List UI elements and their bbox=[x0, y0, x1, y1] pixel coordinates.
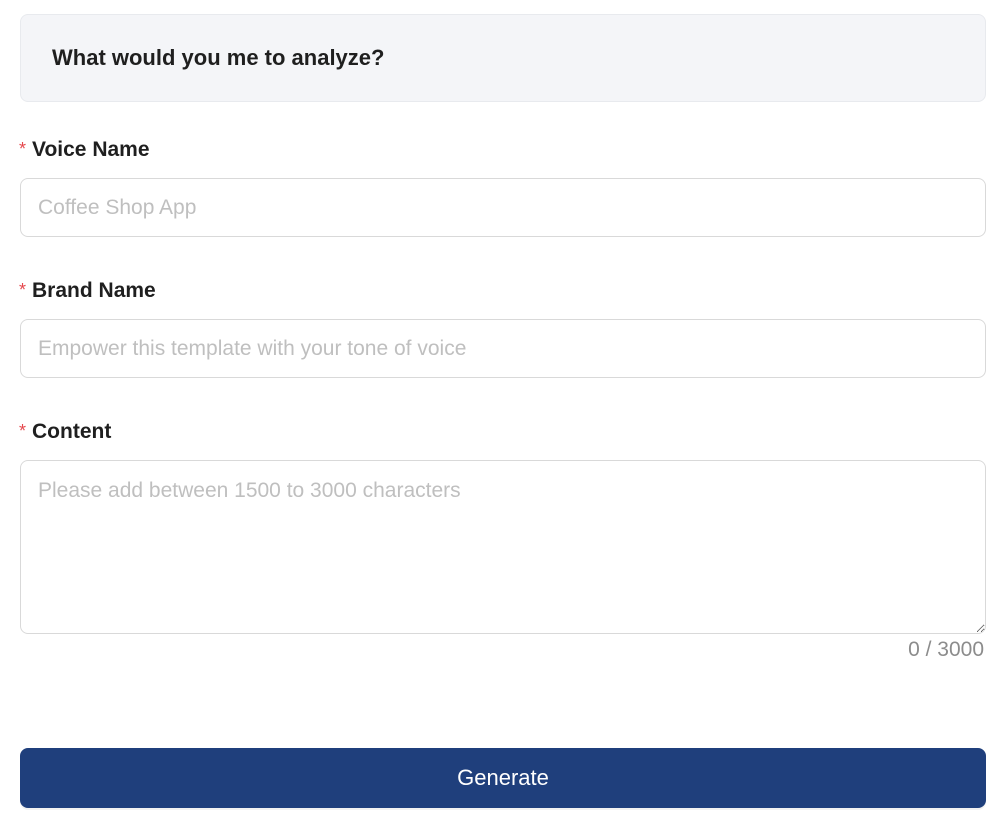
content-textarea[interactable] bbox=[20, 460, 986, 634]
header-card: What would you me to analyze? bbox=[20, 14, 986, 102]
voice-name-label-text: Voice Name bbox=[32, 138, 150, 161]
content-label: * Content bbox=[19, 419, 111, 445]
brand-name-label: * Brand Name bbox=[19, 278, 156, 304]
generate-button[interactable]: Generate bbox=[20, 748, 986, 808]
character-counter: 0 / 3000 bbox=[908, 638, 984, 661]
brand-name-input[interactable] bbox=[20, 319, 986, 378]
required-marker: * bbox=[19, 138, 27, 159]
voice-name-input[interactable] bbox=[20, 178, 986, 237]
voice-name-label: * Voice Name bbox=[19, 137, 150, 163]
required-marker: * bbox=[19, 279, 27, 300]
analyze-form-page: What would you me to analyze? * Voice Na… bbox=[0, 0, 1000, 834]
content-label-text: Content bbox=[32, 420, 112, 443]
required-marker: * bbox=[19, 420, 27, 441]
page-title: What would you me to analyze? bbox=[52, 45, 385, 70]
brand-name-label-text: Brand Name bbox=[32, 279, 156, 302]
